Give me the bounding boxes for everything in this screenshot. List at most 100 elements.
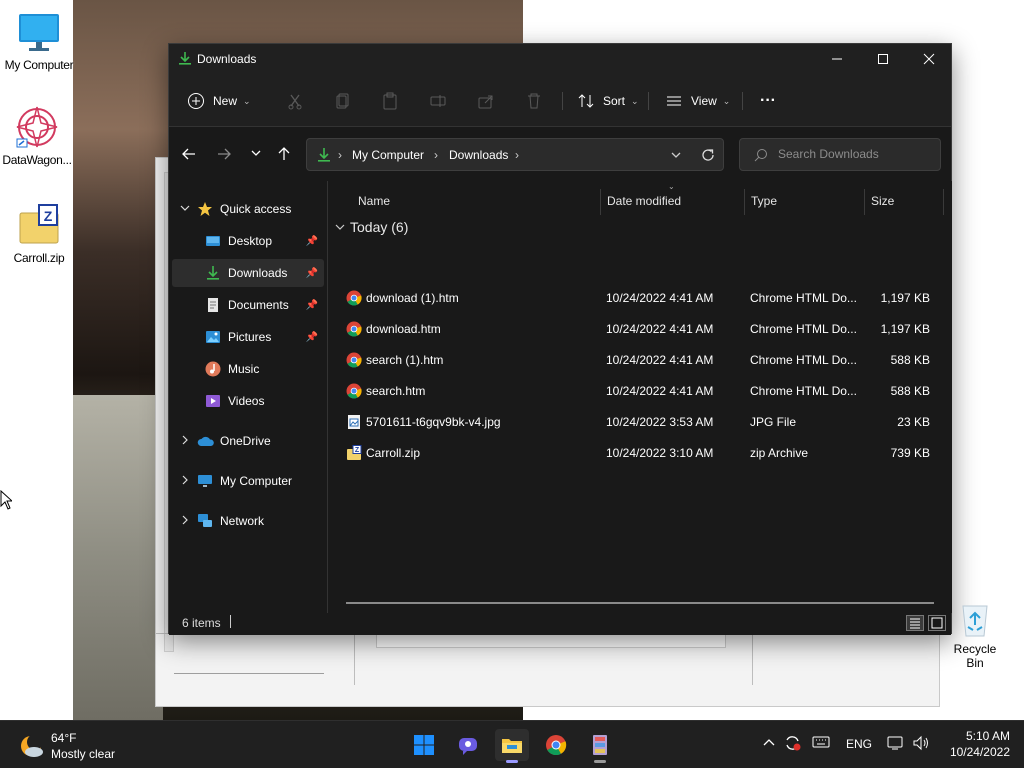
back-button[interactable] (179, 146, 199, 164)
status-bar: 6 items (169, 613, 951, 635)
network-display-icon[interactable] (887, 735, 905, 754)
copy-icon[interactable] (334, 92, 352, 110)
address-history-dropdown[interactable] (669, 148, 683, 165)
sync-status-icon[interactable] (784, 734, 802, 755)
file-row[interactable]: download.htm 10/24/2022 4:41 AM Chrome H… (338, 315, 940, 344)
nav-label: Quick access (220, 202, 292, 216)
breadcrumb-downloads[interactable]: Downloads (449, 148, 508, 162)
nav-onedrive[interactable]: OneDrive (172, 427, 324, 455)
toolbar-separator (562, 92, 563, 110)
weather-widget[interactable]: 64°F Mostly clear (18, 731, 168, 761)
language-indicator[interactable]: ENG (846, 737, 872, 751)
show-hidden-icons-button[interactable] (762, 736, 776, 753)
nav-item-pictures[interactable]: Pictures 📌 (172, 323, 324, 351)
up-button[interactable] (274, 146, 294, 164)
taskbar-chrome[interactable] (539, 729, 573, 761)
title-bar[interactable]: Downloads (169, 44, 951, 74)
new-button[interactable]: New ⌄ (187, 88, 251, 114)
file-row[interactable]: search.htm 10/24/2022 4:41 AM Chrome HTM… (338, 377, 940, 406)
file-date: 10/24/2022 3:53 AM (606, 415, 714, 429)
column-header-name[interactable]: Name (358, 187, 390, 215)
horizontal-scrollbar[interactable] (346, 602, 934, 604)
taskbar-chat-button[interactable] (451, 729, 485, 761)
desktop-icon-datawagon[interactable]: DataWagon... (0, 105, 76, 167)
toolbar-separator (742, 92, 743, 110)
search-box[interactable] (739, 138, 941, 171)
group-header-today[interactable]: Today (6) (334, 218, 408, 236)
nav-item-documents[interactable]: Documents 📌 (172, 291, 324, 319)
download-arrow-icon (178, 51, 192, 68)
nav-item-desktop[interactable]: Desktop 📌 (172, 227, 324, 255)
more-options-button[interactable]: ··· (760, 88, 776, 114)
file-size: 23 KB (897, 415, 930, 429)
cloud-icon (197, 433, 214, 449)
clock-time: 5:10 AM (965, 729, 1010, 743)
nav-item-music[interactable]: Music (172, 355, 324, 383)
pin-icon: 📌 (305, 267, 318, 279)
paste-icon[interactable] (381, 92, 399, 110)
desktop-icon-my-computer[interactable]: My Computer (0, 10, 78, 72)
pictures-icon (205, 329, 221, 345)
view-button[interactable]: View ⌄ (665, 88, 730, 114)
background-window-divider (752, 633, 753, 685)
breadcrumb-separator-icon: › (338, 148, 342, 162)
address-bar[interactable]: › My Computer › Downloads › (306, 138, 724, 171)
clock[interactable]: 5:10 AM 10/24/2022 (940, 729, 1010, 759)
file-row[interactable]: 5701611-t6gqv9bk-v4.jpg 10/24/2022 3:53 … (338, 408, 940, 437)
column-label: Type (751, 194, 778, 208)
forward-button[interactable] (214, 146, 234, 164)
weather-temp: 64°F (51, 731, 77, 745)
nav-quick-access[interactable]: Quick access (172, 195, 324, 223)
share-icon[interactable] (477, 92, 495, 110)
file-name: download.htm (366, 322, 441, 336)
column-header-type[interactable]: Type (751, 187, 777, 215)
column-separator[interactable] (943, 189, 944, 215)
breadcrumb-separator-icon: › (515, 148, 519, 162)
minimize-button[interactable] (814, 44, 860, 74)
search-input[interactable] (778, 147, 928, 161)
desktop-icon-carroll-zip[interactable]: Z Carroll.zip (0, 203, 78, 265)
nav-label: Desktop (228, 234, 273, 248)
chevron-down-icon: ⌄ (722, 95, 731, 106)
chrome-icon (546, 735, 567, 756)
column-header-date[interactable]: Date modified (607, 187, 681, 215)
active-indicator (506, 760, 518, 763)
column-header-size[interactable]: Size (871, 187, 894, 215)
file-name: search (1).htm (366, 353, 444, 367)
datawagon-logo-icon (15, 105, 59, 149)
rename-icon[interactable] (429, 92, 447, 110)
cut-icon[interactable] (286, 92, 304, 110)
details-view-button[interactable] (906, 615, 924, 631)
breadcrumb-my-computer[interactable]: My Computer (352, 148, 424, 162)
chevron-down-icon (180, 203, 190, 216)
nav-item-videos[interactable]: Videos (172, 387, 324, 415)
sort-button[interactable]: Sort ⌄ (577, 88, 639, 114)
delete-icon[interactable] (525, 92, 543, 110)
nav-label: Downloads (228, 266, 288, 280)
start-button[interactable] (407, 729, 441, 761)
file-size: 588 KB (890, 384, 930, 398)
pin-icon: 📌 (305, 299, 318, 311)
volume-icon[interactable] (912, 735, 930, 754)
file-row[interactable]: Z Carroll.zip 10/24/2022 3:10 AM zip Arc… (338, 439, 940, 468)
nav-network[interactable]: Network (172, 507, 324, 535)
recent-locations-button[interactable] (246, 146, 266, 164)
nav-my-computer[interactable]: My Computer (172, 467, 324, 495)
monitor-icon (17, 10, 61, 54)
column-separator[interactable] (600, 189, 601, 215)
keyboard-icon[interactable] (812, 735, 830, 752)
maximize-button[interactable] (860, 44, 906, 74)
column-separator[interactable] (864, 189, 865, 215)
close-button[interactable] (906, 44, 952, 74)
file-row[interactable]: search (1).htm 10/24/2022 4:41 AM Chrome… (338, 346, 940, 375)
taskbar-file-explorer[interactable] (495, 729, 529, 763)
desktop-icon-recycle-bin[interactable]: Recycle Bin (944, 598, 1006, 670)
refresh-button[interactable] (700, 147, 716, 166)
file-row[interactable]: download (1).htm 10/24/2022 4:41 AM Chro… (338, 284, 940, 313)
maximize-icon (878, 54, 888, 64)
column-separator[interactable] (744, 189, 745, 215)
taskbar-winrar[interactable] (583, 729, 617, 763)
nav-item-downloads[interactable]: Downloads 📌 (172, 259, 324, 287)
chrome-icon (346, 290, 362, 306)
file-explorer-window[interactable]: Downloads New ⌄ Sort ⌄ View ⌄ ··· › My C… (168, 43, 952, 635)
